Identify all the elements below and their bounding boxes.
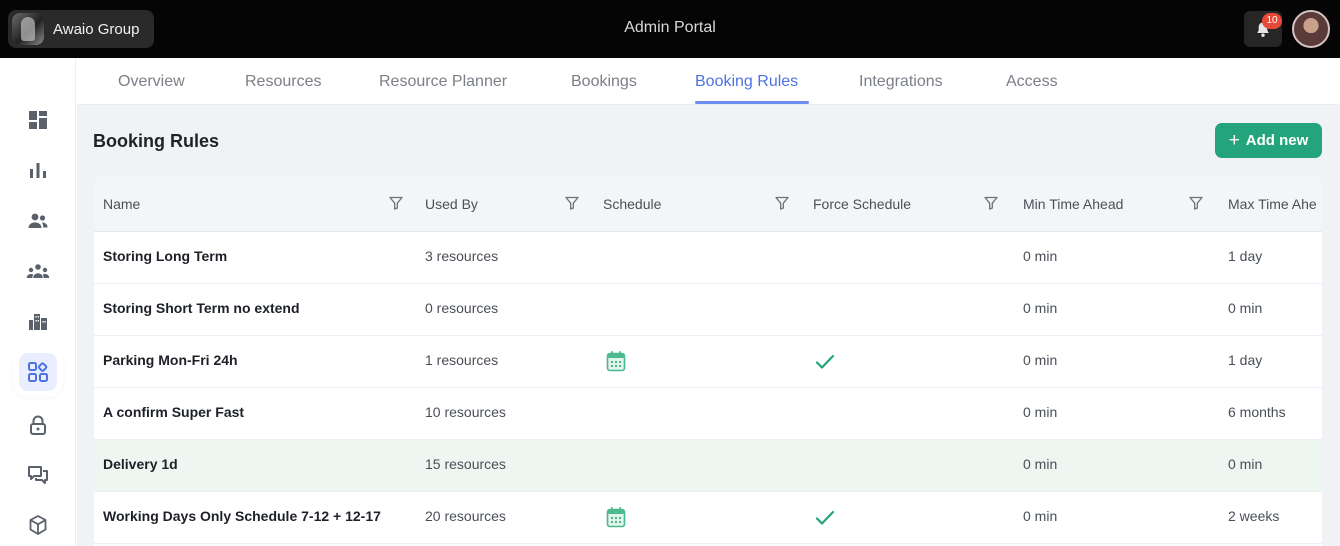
sidebar-item-apps[interactable] <box>19 353 57 391</box>
portal-title: Admin Portal <box>624 19 716 36</box>
filter-icon[interactable] <box>1189 196 1203 210</box>
tab-integrations[interactable]: Integrations <box>859 73 943 91</box>
tab-resource-planner[interactable]: Resource Planner <box>379 73 507 91</box>
used-by: 10 resources <box>425 404 506 420</box>
min-time-ahead: 0 min <box>1023 404 1058 420</box>
used-by: 3 resources <box>425 248 499 264</box>
table-row[interactable]: A confirm Super Fast 10 resources 0 min … <box>94 388 1322 440</box>
sidebar-item-groups[interactable] <box>19 252 57 290</box>
package-icon <box>29 515 47 535</box>
table-row[interactable]: Storing Long Term 3 resources 0 min 1 da… <box>94 232 1322 284</box>
max-time-ahead: 6 months <box>1228 404 1286 420</box>
column-header-min-time-ahead[interactable]: Min Time Ahead <box>1023 196 1123 212</box>
sidebar-item-messages[interactable] <box>19 456 57 494</box>
rule-name: Working Days Only Schedule 7-12 + 12-17 <box>103 508 381 524</box>
users-icon <box>28 213 48 228</box>
rule-name: A confirm Super Fast <box>103 404 245 420</box>
table-row[interactable]: Delivery 1d 15 resources 0 min 0 min <box>94 440 1322 492</box>
used-by: 0 resources <box>425 300 499 316</box>
table-row[interactable]: Working Days Only Schedule 7-12 + 12-17 … <box>94 492 1322 544</box>
filter-icon[interactable] <box>775 196 789 210</box>
user-avatar[interactable] <box>1292 10 1330 48</box>
filter-icon[interactable] <box>389 196 403 210</box>
min-time-ahead: 0 min <box>1023 352 1058 368</box>
tab-bookings[interactable]: Bookings <box>571 73 637 91</box>
booking-rules-table: Name Used By Schedule Force Schedule Min… <box>94 176 1322 546</box>
rule-name: Storing Long Term <box>103 248 228 264</box>
add-new-button[interactable]: + Add new <box>1215 123 1322 158</box>
sidebar-item-analytics[interactable] <box>19 151 57 189</box>
rule-name: Parking Mon-Fri 24h <box>103 352 238 368</box>
rule-name: Storing Short Term no extend <box>103 300 300 316</box>
used-by: 15 resources <box>425 456 506 472</box>
notification-badge: 10 <box>1262 13 1282 29</box>
rule-name: Delivery 1d <box>103 456 178 472</box>
max-time-ahead: 1 day <box>1228 248 1263 264</box>
filter-icon[interactable] <box>984 196 998 210</box>
top-bar: Awaio Group Admin Portal 10 <box>0 0 1340 58</box>
min-time-ahead: 0 min <box>1023 456 1058 472</box>
min-time-ahead: 0 min <box>1023 300 1058 316</box>
sidebar-item-buildings[interactable] <box>19 303 57 341</box>
buildings-icon <box>29 314 47 330</box>
table-row[interactable]: Storing Short Term no extend 0 resources… <box>94 284 1322 336</box>
sidebar-item-packages[interactable] <box>19 506 57 544</box>
calendar-icon <box>606 351 626 372</box>
plus-icon: + <box>1228 130 1240 151</box>
tab-booking-rules[interactable]: Booking Rules <box>695 73 798 91</box>
tab-access[interactable]: Access <box>1006 73 1058 91</box>
sidebar-item-dashboard[interactable] <box>19 101 57 139</box>
used-by: 20 resources <box>425 508 506 524</box>
sidebar-item-users[interactable] <box>19 202 57 240</box>
column-header-max-time-ahead[interactable]: Max Time Ahe <box>1228 196 1317 212</box>
table-header: Name Used By Schedule Force Schedule Min… <box>94 176 1322 232</box>
add-new-label: Add new <box>1245 132 1309 149</box>
apps-icon <box>28 362 48 382</box>
check-icon <box>815 510 835 525</box>
filter-icon[interactable] <box>565 196 579 210</box>
lock-icon <box>30 415 46 435</box>
check-icon <box>815 354 835 369</box>
column-header-used-by[interactable]: Used By <box>425 196 478 212</box>
column-header-schedule[interactable]: Schedule <box>603 196 661 212</box>
max-time-ahead: 0 min <box>1228 300 1263 316</box>
sidebar <box>0 58 76 546</box>
min-time-ahead: 0 min <box>1023 248 1058 264</box>
used-by: 1 resources <box>425 352 499 368</box>
min-time-ahead: 0 min <box>1023 508 1058 524</box>
max-time-ahead: 2 weeks <box>1228 508 1280 524</box>
groups-icon <box>26 264 50 278</box>
page-title: Booking Rules <box>93 131 220 151</box>
tab-resources[interactable]: Resources <box>245 73 321 91</box>
column-header-name[interactable]: Name <box>103 196 140 212</box>
chat-icon <box>28 466 48 484</box>
sidebar-item-access[interactable] <box>19 406 57 444</box>
dashboard-icon <box>29 111 47 129</box>
bar-chart-icon <box>30 163 46 178</box>
tab-overview[interactable]: Overview <box>118 73 185 91</box>
active-tab-indicator <box>695 101 809 104</box>
max-time-ahead: 0 min <box>1228 456 1263 472</box>
column-header-force-schedule[interactable]: Force Schedule <box>813 196 911 212</box>
table-row[interactable]: Parking Mon-Fri 24h 1 resources 0 min 1 … <box>94 336 1322 388</box>
max-time-ahead: 1 day <box>1228 352 1263 368</box>
calendar-icon <box>606 507 626 528</box>
